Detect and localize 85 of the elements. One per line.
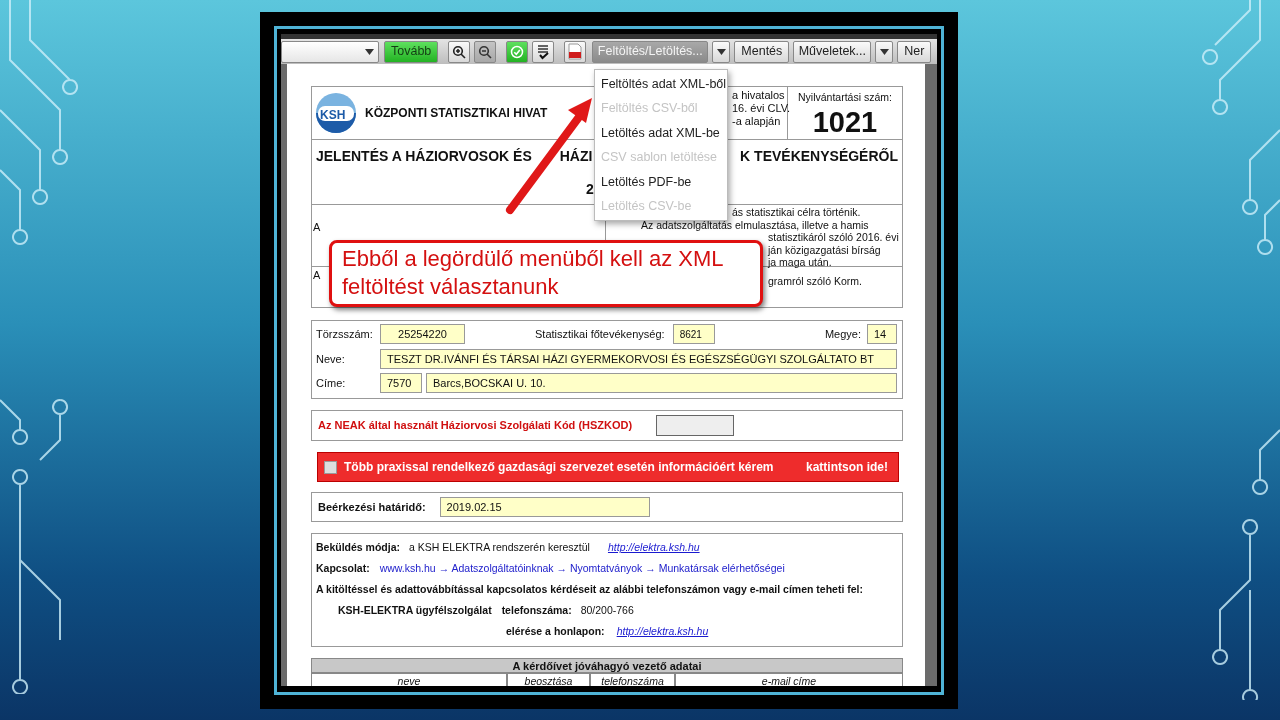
field-label: Címe: bbox=[316, 375, 347, 391]
dropdown-toggle[interactable] bbox=[875, 40, 894, 63]
pdf-button[interactable] bbox=[564, 40, 587, 63]
text-field[interactable]: 8621 bbox=[672, 324, 715, 344]
registry-number: 1021 bbox=[811, 105, 879, 138]
check-button[interactable] bbox=[506, 40, 529, 63]
caret-icon bbox=[716, 48, 726, 55]
text-field[interactable]: Barcs,BOCSKAI U. 10. bbox=[426, 373, 897, 393]
field-value: 8621 bbox=[679, 327, 702, 342]
column-header: neve bbox=[311, 673, 507, 686]
notice-text: statisztikáról szóló 2016. évi bbox=[768, 231, 899, 244]
field-label: elérése a honlapon: bbox=[506, 624, 605, 639]
dropdown-toggle[interactable] bbox=[712, 40, 731, 63]
info-link[interactable]: kattintson ide! bbox=[806, 458, 888, 476]
menu-item[interactable]: Letöltés PDF-be bbox=[595, 169, 727, 194]
logo-icon bbox=[315, 92, 357, 134]
field-label: Az NEAK által használt Háziorvosi Szolgálati Kód (HSZKOD) bbox=[318, 418, 633, 434]
checkbox[interactable] bbox=[324, 460, 337, 474]
text-field[interactable]: 14 bbox=[867, 324, 897, 344]
caret-icon bbox=[365, 48, 374, 55]
toolbar-button[interactable]: Ner bbox=[897, 40, 932, 63]
logo-text: KSH bbox=[320, 107, 346, 124]
checklist-icon bbox=[536, 43, 551, 60]
phone-number: 80/200-766 bbox=[580, 603, 634, 618]
table-title: A kérdőívet jóváhagyó vezető adatai bbox=[311, 658, 903, 673]
form-title: K TEVÉKENYSÉGÉRŐL bbox=[740, 147, 898, 166]
notice-text: ás statisztikai célra történik. bbox=[732, 206, 861, 219]
field-label: Törzsszám: bbox=[316, 326, 374, 342]
form-title: HÁZI bbox=[559, 147, 593, 166]
field-label: Beküldés módja: bbox=[316, 540, 401, 555]
text-field[interactable]: 2019.02.15 bbox=[439, 497, 650, 517]
callout-text: Ebből a legördülő menüből kell az XML feltöltést választanunk bbox=[342, 245, 724, 301]
text-field[interactable]: 7570 bbox=[380, 373, 422, 393]
pdf-icon bbox=[568, 43, 583, 60]
info-text: Több praxissal rendelkező gazdasági szervezet esetén információért kérem bbox=[344, 459, 774, 476]
zoom-in-icon bbox=[452, 44, 467, 59]
contact-link[interactable]: www.ksh.hu → Adatszolgáltatóinknak → Nyomtatványok → Munkatársak elérhetőségei bbox=[379, 558, 785, 579]
notice-text: A bbox=[313, 221, 321, 233]
notice-text: A bbox=[313, 269, 321, 281]
field-value: TESZT DR.IVÁNFI ÉS TÁRSAI HÁZI GYERMEKORVOSI ÉS EGÉSZSÉGÜGYI SZOLGÁLTATO BT bbox=[387, 351, 874, 367]
web-link[interactable]: http://elektra.ksh.hu bbox=[607, 537, 700, 558]
organization-name: KÖZPONTI STATISZTIKAI HIVAT bbox=[365, 105, 548, 122]
notice-text: gramról szóló Korm. bbox=[768, 275, 862, 288]
dropdown-button[interactable]: Műveletek... bbox=[793, 40, 872, 63]
field-value: 7570 bbox=[387, 375, 412, 391]
form-title: JELENTÉS A HÁZIORVOSOK ÉS bbox=[316, 147, 532, 166]
notice-text: ján közigazgatási bírság bbox=[768, 243, 881, 256]
menu-item[interactable]: Letöltés adat XML-be bbox=[595, 120, 727, 146]
field-label: Neve: bbox=[316, 351, 346, 367]
zoom-out-button[interactable] bbox=[474, 40, 497, 63]
notice-text: Az adatszolgáltatás elmulasztása, illetve a hamis bbox=[641, 218, 869, 231]
submission-text: a KSH ELEKTRA rendszerén keresztül bbox=[409, 540, 590, 555]
checklist-button[interactable] bbox=[532, 40, 555, 63]
code-field[interactable] bbox=[656, 415, 735, 436]
text-field[interactable]: TESZT DR.IVÁNFI ÉS TÁRSAI HÁZI GYERMEKORVOSI ÉS EGÉSZSÉGÜGYI SZOLGÁLTATO BT bbox=[380, 349, 897, 369]
column-header: e-mail címe bbox=[675, 673, 903, 686]
column-header: beosztása bbox=[507, 673, 590, 686]
zoom-out-icon bbox=[478, 44, 493, 59]
notice-text: ja maga után. bbox=[768, 256, 832, 269]
menu-item[interactable]: Feltöltés adat XML-ből bbox=[595, 72, 727, 97]
field-value: 2019.02.15 bbox=[446, 499, 502, 515]
legal-text: -a alapján bbox=[732, 115, 782, 128]
field-label: Beérkezési határidő: bbox=[318, 499, 426, 515]
form-title: 2 bbox=[586, 180, 594, 199]
toolbar-button[interactable]: Mentés bbox=[734, 40, 790, 63]
check-icon bbox=[510, 44, 525, 59]
service-name: KSH-ELEKTRA ügyfélszolgálat bbox=[338, 603, 492, 618]
column-header: telefonszáma bbox=[590, 673, 675, 686]
field-value: Barcs,BOCSKAI U. 10. bbox=[433, 375, 546, 391]
help-text: A kitöltéssel és adattovábbítással kapcsolatos kérdéseit az alábbi telefonszámon vagy e-mail címen teheti fel: bbox=[316, 582, 864, 597]
field-label: Megye: bbox=[824, 326, 861, 342]
toolbar-button[interactable]: Tovább bbox=[384, 40, 439, 63]
field-value: 14 bbox=[874, 326, 887, 342]
field-label: telefonszáma: bbox=[501, 603, 572, 618]
caret-icon bbox=[879, 48, 889, 55]
field-value: 25254220 bbox=[398, 326, 447, 342]
field-label: Statisztikai főtevékenység: bbox=[535, 326, 665, 342]
text-field[interactable]: 25254220 bbox=[380, 324, 465, 344]
web-link[interactable]: http://elektra.ksh.hu bbox=[616, 621, 709, 642]
legal-text: 16. évi CLV. bbox=[732, 102, 787, 115]
legal-text: a hivatalos bbox=[732, 89, 786, 102]
select-field[interactable] bbox=[281, 40, 379, 63]
field-label: Kapcsolat: bbox=[316, 561, 370, 576]
zoom-in-button[interactable] bbox=[448, 40, 471, 63]
registry-label: Nyilvántartási szám: bbox=[797, 90, 893, 105]
